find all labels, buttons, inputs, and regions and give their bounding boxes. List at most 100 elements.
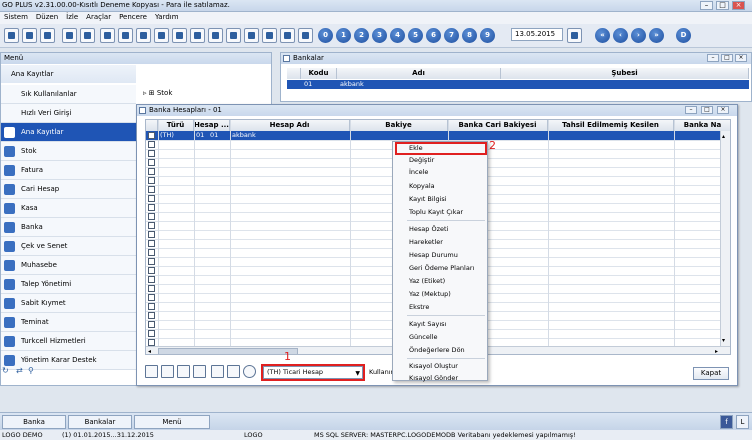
- row-checkbox[interactable]: [148, 312, 155, 319]
- edit-icon[interactable]: [161, 365, 174, 378]
- ctx-incele[interactable]: İncele: [409, 166, 428, 178]
- row-checkbox[interactable]: [148, 339, 155, 346]
- swap-icon[interactable]: ⇄: [16, 366, 23, 375]
- invoice-icon[interactable]: [100, 28, 115, 43]
- close-window-button[interactable]: ×: [732, 1, 745, 10]
- menu-item-current-account[interactable]: Cari Hesap: [1, 180, 136, 199]
- ctx-toplu-kayit-cikar[interactable]: Toplu Kayıt Çıkar: [409, 206, 463, 218]
- shortcut-3-button[interactable]: 3: [372, 28, 387, 43]
- menu-item-bank[interactable]: Banka: [1, 218, 136, 237]
- ctx-ekstre[interactable]: Ekstre: [409, 301, 429, 313]
- calculator-icon[interactable]: [62, 28, 77, 43]
- column-banka-na[interactable]: Banka Na: [674, 120, 730, 131]
- refresh-icon[interactable]: [211, 365, 224, 378]
- menu-item-cash[interactable]: Kasa: [1, 199, 136, 218]
- select-all-column[interactable]: [287, 68, 301, 79]
- close-icon[interactable]: ×: [717, 106, 729, 114]
- ctx-ondegerlere-don[interactable]: Öndeğerlere Dön: [409, 344, 465, 356]
- row-checkbox[interactable]: [148, 240, 155, 247]
- row-checkbox[interactable]: [148, 177, 155, 184]
- ctx-guncelle[interactable]: Güncelle: [409, 331, 437, 343]
- row-checkbox[interactable]: [148, 231, 155, 238]
- menu-item-fixed-assets[interactable]: Sabit Kıymet: [1, 294, 136, 313]
- row-checkbox[interactable]: [148, 132, 155, 139]
- close-icon[interactable]: ×: [735, 54, 747, 62]
- facebook-icon[interactable]: f: [720, 415, 733, 429]
- first-record-icon[interactable]: «: [595, 28, 610, 43]
- column-subesi[interactable]: Şubesi: [501, 68, 749, 79]
- info-icon[interactable]: [243, 365, 256, 378]
- export-icon[interactable]: [227, 365, 240, 378]
- column-tahsil-edilmemis[interactable]: Tahsil Edilmemiş Kesilen Çekler...: [548, 120, 674, 140]
- row-checkbox[interactable]: [148, 321, 155, 328]
- ctx-kisayol-gonder[interactable]: Kısayol Gönder: [409, 372, 458, 384]
- restore-icon[interactable]: □: [721, 54, 733, 62]
- tree-item-stock[interactable]: ▹ ⊞ Stok: [143, 89, 172, 97]
- column-turu[interactable]: Türü: [158, 120, 194, 131]
- row-checkbox[interactable]: [148, 150, 155, 157]
- row-checkbox[interactable]: [148, 285, 155, 292]
- menu-item-collateral[interactable]: Teminat: [1, 313, 136, 332]
- menu-araclar[interactable]: Araçlar: [82, 12, 115, 22]
- shortcut-8-button[interactable]: 8: [462, 28, 477, 43]
- menu-item-turkcell[interactable]: Turkcell Hizmetleri: [1, 332, 136, 351]
- row-checkbox[interactable]: [148, 141, 155, 148]
- prev-record-icon[interactable]: ‹: [613, 28, 628, 43]
- help-icon[interactable]: [280, 28, 295, 43]
- new-record-icon[interactable]: [4, 28, 19, 43]
- menu-item-invoice[interactable]: Fatura: [1, 161, 136, 180]
- task-bankalar[interactable]: Bankalar: [68, 415, 132, 429]
- search-icon[interactable]: ⚲: [28, 366, 34, 375]
- scroll-right-icon[interactable]: ▸: [715, 348, 718, 354]
- shortcut-5-button[interactable]: 5: [408, 28, 423, 43]
- d-button[interactable]: D: [676, 28, 691, 43]
- ctx-degistir[interactable]: Değiştir: [409, 154, 434, 166]
- column-kodu[interactable]: Kodu: [301, 68, 337, 79]
- row-checkbox[interactable]: [148, 195, 155, 202]
- shortcut-4-button[interactable]: 4: [390, 28, 405, 43]
- task-banka-hesaplari[interactable]: Banka Hesapları...: [2, 415, 66, 438]
- ctx-yaz-etiket[interactable]: Yaz (Etiket): [409, 275, 445, 287]
- shortcut-6-button[interactable]: 6: [426, 28, 441, 43]
- maximize-button[interactable]: □: [716, 1, 729, 10]
- shortcut-2-button[interactable]: 2: [354, 28, 369, 43]
- ctx-geri-odeme[interactable]: Geri Ödeme Planları: [409, 262, 474, 274]
- chart-icon[interactable]: [118, 28, 133, 43]
- scroll-down-icon[interactable]: ▾: [722, 337, 725, 344]
- ctx-ekle[interactable]: Ekle: [409, 142, 423, 154]
- network-icon[interactable]: [226, 28, 241, 43]
- calendar-icon[interactable]: [567, 28, 582, 43]
- column-banka-cari-bakiyesi[interactable]: Banka Cari Bakiyesi: [448, 120, 548, 131]
- column-hesap[interactable]: Hesap ...: [194, 120, 230, 131]
- row-checkbox[interactable]: [148, 267, 155, 274]
- ctx-yaz-mektup[interactable]: Yaz (Mektup): [409, 288, 451, 300]
- row-checkbox[interactable]: [148, 294, 155, 301]
- menu-item-quick-entry[interactable]: Hızlı Veri Girişi: [1, 104, 136, 123]
- last-record-icon[interactable]: »: [649, 28, 664, 43]
- scroll-thumb[interactable]: [158, 348, 298, 354]
- minimize-icon[interactable]: –: [707, 54, 719, 62]
- row-checkbox[interactable]: [148, 186, 155, 193]
- preview-icon[interactable]: [193, 365, 206, 378]
- refresh-icon[interactable]: ↻: [2, 366, 9, 375]
- row-checkbox[interactable]: [148, 303, 155, 310]
- minimize-button[interactable]: –: [700, 1, 713, 10]
- menu-duzen[interactable]: Düzen: [32, 12, 62, 22]
- ctx-hesap-durumu[interactable]: Hesap Durumu: [409, 249, 458, 261]
- users-icon[interactable]: [262, 28, 277, 43]
- column-adi[interactable]: Adı: [337, 68, 501, 79]
- restore-icon[interactable]: □: [701, 106, 713, 114]
- vertical-scrollbar[interactable]: ▴ ▾: [720, 131, 730, 346]
- table-row[interactable]: (TH) 01 01 akbank: [146, 131, 730, 140]
- ctx-kisayol-olustur[interactable]: Kısayol Oluştur: [409, 360, 458, 372]
- announce-icon[interactable]: [190, 28, 205, 43]
- date-field[interactable]: 13.05.2015: [511, 28, 563, 41]
- report-icon[interactable]: [80, 28, 95, 43]
- shortcut-9-button[interactable]: 9: [480, 28, 495, 43]
- menu-izle[interactable]: İzle: [62, 12, 82, 22]
- select-all-column[interactable]: [146, 120, 158, 131]
- shortcut-1-button[interactable]: 1: [336, 28, 351, 43]
- ctx-hesap-ozeti[interactable]: Hesap Özeti: [409, 223, 448, 235]
- shortcut-7-button[interactable]: 7: [444, 28, 459, 43]
- row-checkbox[interactable]: [148, 168, 155, 175]
